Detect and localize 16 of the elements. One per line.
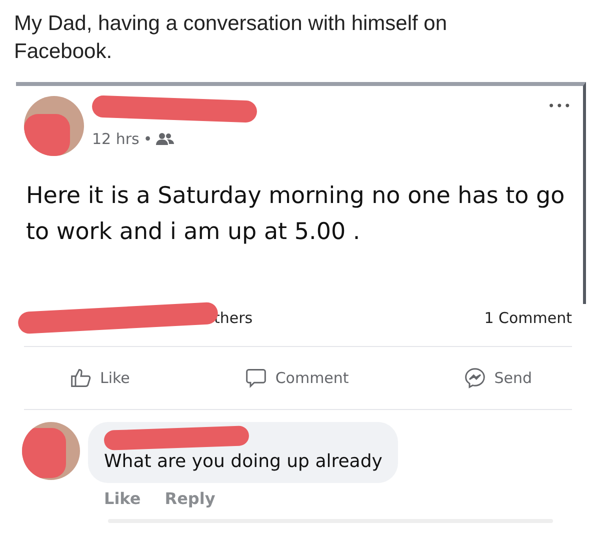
comment-text: What are you doing up already: [104, 450, 382, 474]
reply-link[interactable]: Reply: [164, 487, 216, 511]
comment-button[interactable]: Comment: [245, 366, 349, 390]
speech-bubble-icon: [245, 367, 268, 389]
send-button[interactable]: Send: [464, 366, 532, 390]
post-text: Here it is a Saturday morning no one has to go to work and i am up at 5.00 .: [25, 182, 566, 247]
comment-count-link[interactable]: 1 Comment: [484, 306, 572, 330]
post-time: 12 hrs: [92, 129, 140, 150]
more-options-button[interactable]: •••: [546, 96, 573, 116]
caption: My Dad, having a conversation with himself on Facebook.: [13, 11, 448, 65]
like-link[interactable]: Like: [104, 487, 141, 511]
friends-icon: [156, 132, 174, 146]
messenger-icon: [464, 367, 486, 389]
like-button[interactable]: Like: [70, 366, 130, 390]
thumbs-up-icon: [70, 367, 92, 389]
separator: •: [143, 129, 152, 150]
